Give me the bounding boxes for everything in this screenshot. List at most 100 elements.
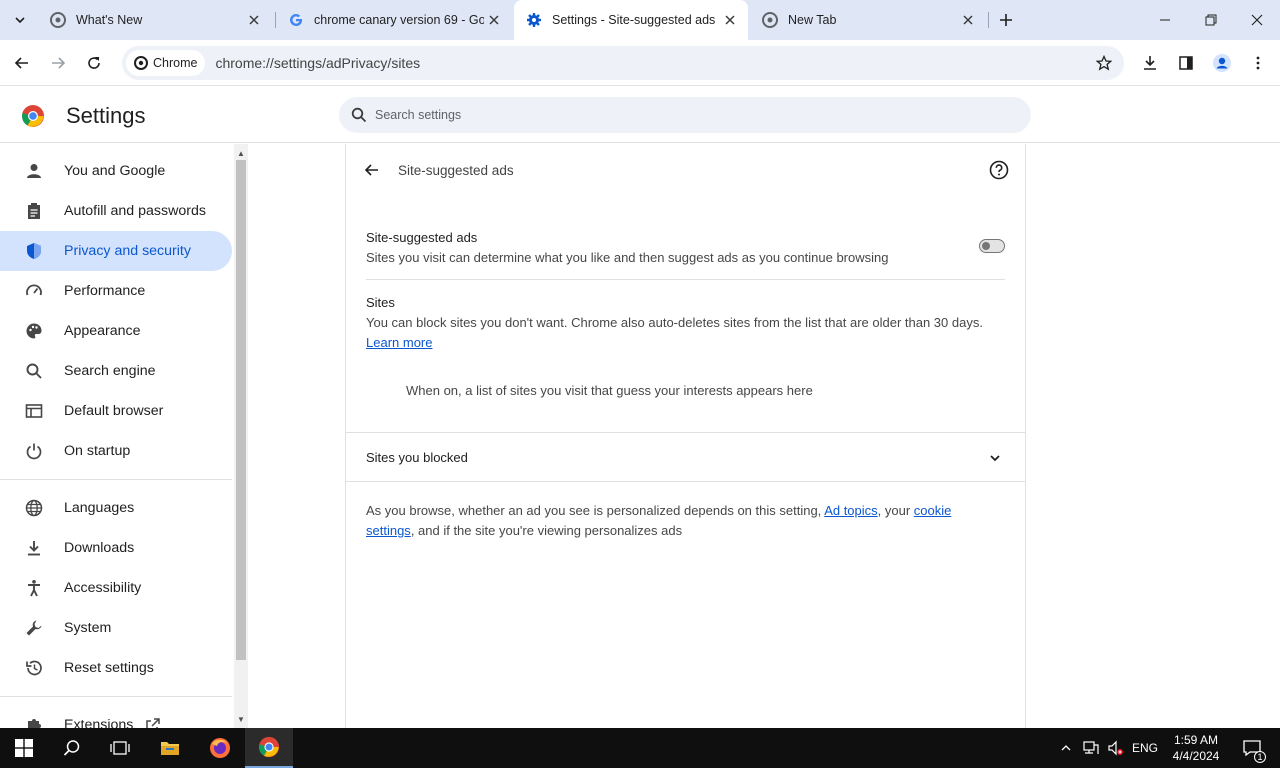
- cookie-settings-link[interactable]: settings: [366, 523, 411, 538]
- footer-text: , your: [877, 503, 914, 518]
- sites-blocked-label[interactable]: Sites you blocked: [366, 450, 468, 465]
- tab-close-icon[interactable]: [244, 10, 264, 30]
- site-info-chip[interactable]: Chrome: [126, 50, 206, 76]
- learn-more-container: Learn more: [366, 335, 432, 350]
- sidebar-item-label: Default browser: [64, 403, 164, 419]
- url-text[interactable]: chrome://settings/adPrivacy/sites: [215, 55, 420, 71]
- tab-whats-new[interactable]: What's New: [38, 0, 272, 40]
- arrow-left-icon: [14, 57, 28, 69]
- tab-search-button[interactable]: [8, 8, 32, 32]
- shield-icon: [24, 241, 44, 261]
- new-tab-button[interactable]: [994, 8, 1018, 32]
- settings-search[interactable]: [339, 97, 1031, 133]
- toggle-row-description: Sites you visit can determine what you l…: [366, 250, 889, 265]
- windows-logo-icon: [15, 739, 33, 757]
- footer-text: , and if the site you're viewing persona…: [410, 523, 683, 538]
- restore-button[interactable]: [1188, 0, 1234, 40]
- side-panel-button[interactable]: [1170, 47, 1202, 79]
- tab-close-icon[interactable]: [958, 10, 978, 30]
- bookmark-star-icon[interactable]: [1094, 53, 1114, 73]
- cookie-settings-link[interactable]: cookie: [914, 503, 952, 518]
- scroll-down-arrow-icon[interactable]: ▼: [234, 712, 248, 726]
- taskbar-search-button[interactable]: [48, 728, 96, 768]
- tab-close-icon[interactable]: [720, 10, 740, 30]
- close-window-button[interactable]: [1234, 0, 1280, 40]
- page-title: Settings: [66, 103, 146, 128]
- action-center-button[interactable]: 1: [1232, 728, 1272, 768]
- firefox-icon: [210, 738, 230, 758]
- sidebar-item-label: Performance: [64, 283, 146, 299]
- sidebar-item-default-browser[interactable]: Default browser: [0, 391, 232, 431]
- tab-settings[interactable]: Settings - Site-suggested ads: [514, 0, 748, 40]
- settings-header: Settings: [0, 87, 1280, 143]
- menu-button[interactable]: [1242, 47, 1274, 79]
- clipboard-icon: [24, 201, 44, 221]
- search-icon: [351, 107, 367, 123]
- sidebar-item-label: Privacy and security: [64, 243, 191, 259]
- address-bar[interactable]: Chrome chrome://settings/adPrivacy/sites: [122, 46, 1124, 80]
- taskbar-clock[interactable]: 1:59 AM 4/4/2024: [1164, 732, 1228, 764]
- scroll-up-arrow-icon[interactable]: ▲: [234, 146, 248, 160]
- sidebar-item-appearance[interactable]: Appearance: [0, 311, 232, 351]
- sidebar-item-privacy[interactable]: Privacy and security: [0, 231, 232, 271]
- firefox-button[interactable]: [196, 728, 244, 768]
- downloads-button[interactable]: [1134, 47, 1166, 79]
- forward-button[interactable]: [42, 47, 74, 79]
- volume-muted-icon[interactable]: [1104, 728, 1128, 768]
- sidebar-item-label: Search engine: [64, 363, 156, 379]
- file-explorer-button[interactable]: [146, 728, 194, 768]
- sidebar-item-extensions[interactable]: Extensions: [0, 705, 232, 728]
- sidebar-item-on-startup[interactable]: On startup: [0, 431, 232, 471]
- sidebar-item-languages[interactable]: Languages: [0, 488, 232, 528]
- tab-title: New Tab: [788, 13, 837, 27]
- sidebar-item-label: Accessibility: [64, 580, 142, 596]
- power-icon: [24, 441, 44, 461]
- browser-window-icon: [24, 401, 44, 421]
- tab-close-icon[interactable]: [484, 10, 504, 30]
- reload-button[interactable]: [78, 47, 110, 79]
- sidebar-item-search-engine[interactable]: Search engine: [0, 351, 232, 391]
- search-input[interactable]: [375, 108, 975, 122]
- chrome-taskbar-button[interactable]: [245, 728, 293, 768]
- sidebar-item-accessibility[interactable]: Accessibility: [0, 568, 232, 608]
- learn-more-link[interactable]: Learn more: [366, 335, 432, 350]
- toggle-knob: [982, 242, 990, 250]
- sidebar-item-label: Languages: [64, 500, 135, 516]
- sidebar-item-reset[interactable]: Reset settings: [0, 648, 232, 688]
- language-indicator[interactable]: ENG: [1132, 741, 1158, 755]
- sidebar-item-downloads[interactable]: Downloads: [0, 528, 232, 568]
- chevron-down-icon[interactable]: [985, 448, 1005, 468]
- minimize-button[interactable]: [1142, 0, 1188, 40]
- sidebar-item-label: Extensions: [64, 717, 134, 728]
- chrome-favicon-icon: [762, 12, 778, 28]
- sidebar-item-performance[interactable]: Performance: [0, 271, 232, 311]
- ad-topics-link[interactable]: Ad topics: [824, 503, 877, 518]
- sidebar-item-autofill[interactable]: Autofill and passwords: [0, 191, 232, 231]
- start-button[interactable]: [0, 728, 48, 768]
- chevron-down-icon: [15, 17, 25, 24]
- clock-date: 4/4/2024: [1172, 749, 1220, 763]
- sidebar-scrollbar[interactable]: ▲ ▼: [234, 144, 248, 728]
- tab-search-results[interactable]: chrome canary version 69 - Goo: [276, 0, 512, 40]
- task-view-button[interactable]: [96, 728, 144, 768]
- tab-new-tab[interactable]: New Tab: [750, 0, 986, 40]
- clock-time: 1:59 AM: [1173, 733, 1219, 747]
- back-arrow-button[interactable]: [360, 158, 384, 182]
- chrome-logo-icon: [22, 105, 44, 127]
- avatar-icon: [1213, 54, 1231, 72]
- scroll-thumb[interactable]: [236, 160, 246, 660]
- google-favicon-icon: [288, 12, 304, 28]
- site-suggested-ads-toggle[interactable]: [979, 239, 1005, 253]
- show-hidden-icons-button[interactable]: [1054, 728, 1078, 768]
- sidebar-item-system[interactable]: System: [0, 608, 232, 648]
- back-button[interactable]: [6, 47, 38, 79]
- profile-button[interactable]: [1206, 47, 1238, 79]
- sidebar-item-label: Reset settings: [64, 660, 154, 676]
- reload-icon: [88, 57, 100, 69]
- notification-count: 1: [1254, 751, 1266, 763]
- sidebar-item-you-and-google[interactable]: You and Google: [0, 151, 232, 191]
- chrome-logo-icon: [258, 736, 280, 758]
- windows-taskbar: ENG 1:59 AM 4/4/2024 1: [0, 728, 1280, 768]
- help-icon[interactable]: [989, 160, 1009, 180]
- network-status-icon[interactable]: [1078, 728, 1104, 768]
